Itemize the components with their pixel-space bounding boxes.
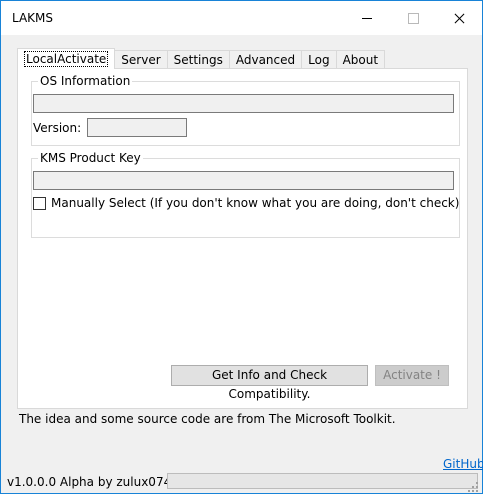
tab-label: LocalActivate [24, 51, 109, 67]
status-version-text: v1.0.0.0 Alpha by zulux07437 [7, 475, 187, 489]
maximize-icon [407, 12, 419, 24]
window-title: LAKMS [12, 11, 54, 25]
tab-server[interactable]: Server [115, 50, 168, 69]
close-button[interactable] [436, 1, 482, 35]
os-information-group: OS Information Version: [31, 74, 460, 146]
github-link[interactable]: GitHub [443, 457, 483, 471]
minimize-button[interactable] [344, 1, 390, 35]
kms-product-key-title: KMS Product Key [38, 151, 143, 165]
close-icon [454, 13, 465, 24]
tab-localactivate[interactable]: LocalActivate [17, 48, 116, 69]
resize-grip[interactable] [468, 482, 478, 492]
os-information-title: OS Information [38, 74, 133, 88]
kms-key-field[interactable] [33, 171, 454, 190]
version-field[interactable] [87, 118, 187, 137]
kms-product-key-group: KMS Product Key Manually Select (If you … [31, 151, 460, 238]
minimize-icon [362, 17, 372, 19]
credit-text: The idea and some source code are from T… [19, 412, 396, 426]
tab-strip: LocalActivate Server Settings Advanced L… [17, 48, 386, 69]
tab-about[interactable]: About [336, 50, 386, 69]
title-bar[interactable]: LAKMS [1, 1, 482, 35]
os-name-field[interactable] [33, 94, 454, 113]
tab-panel-localactivate: OS Information Version: KMS Product Key … [17, 68, 468, 409]
maximize-button [390, 1, 436, 35]
main-window: LAKMS LocalActivate Server Settings Adva… [0, 0, 483, 494]
manual-select-label[interactable]: Manually Select (If you don't know what … [51, 196, 459, 210]
check-compatibility-button[interactable]: Get Info and Check Compatibility. [171, 365, 368, 401]
tab-advanced[interactable]: Advanced [229, 50, 303, 69]
activate-button: Activate ! [375, 365, 449, 386]
manual-select-checkbox[interactable] [33, 197, 46, 210]
tab-settings[interactable]: Settings [167, 50, 230, 69]
tab-log[interactable]: Log [302, 50, 337, 69]
version-label: Version: [33, 121, 82, 135]
progress-bar [167, 473, 478, 489]
